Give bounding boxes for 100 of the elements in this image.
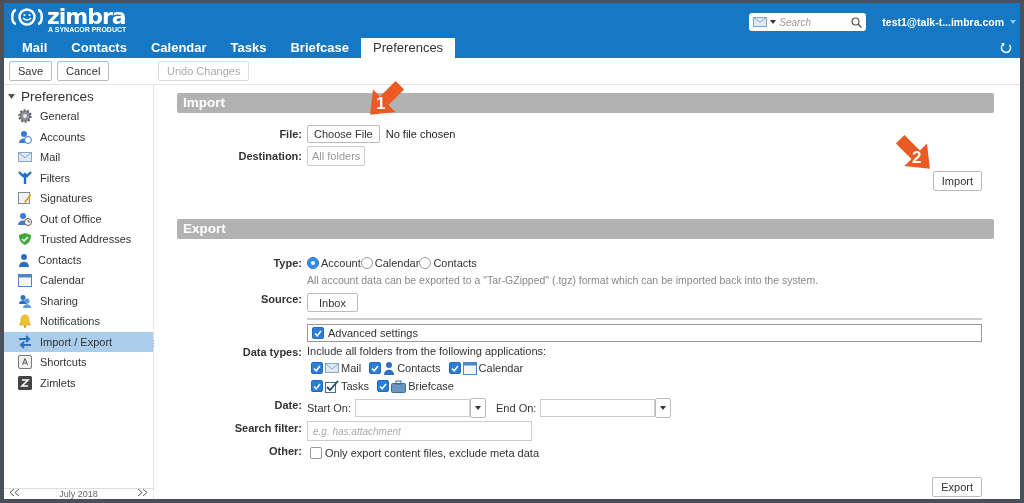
advanced-settings-toggle[interactable]: Advanced settings — [307, 324, 982, 342]
help-text: All account data can be exported to a "Tar-GZipped" (.tgz) format which can be imported back into the system. — [307, 273, 820, 288]
checkbox[interactable] — [369, 362, 382, 374]
section-header: Export — [177, 219, 994, 239]
search-icon — [851, 16, 863, 28]
sidebar-item[interactable]: Sharing — [4, 290, 153, 311]
sidebar-item[interactable]: Import / Export — [4, 331, 153, 352]
sidebar-item[interactable]: Signatures — [4, 188, 153, 209]
app-tab[interactable]: Preferences — [361, 38, 456, 58]
checkbox[interactable] — [311, 362, 323, 374]
field-label: Start On: — [307, 402, 352, 414]
radio-option[interactable]: Contacts — [419, 257, 477, 269]
two-arrows-icon — [18, 334, 32, 349]
date-picker-button[interactable] — [655, 398, 672, 418]
envelope-icon — [325, 362, 339, 374]
callout-number: 1 — [376, 94, 386, 114]
radio-option[interactable]: Calendar — [360, 257, 420, 269]
save-button[interactable]: Save — [9, 61, 53, 81]
sidebar-item[interactable]: Mail — [4, 147, 153, 168]
gear-icon — [18, 109, 32, 124]
export-button[interactable]: Export — [932, 477, 982, 497]
search-filter-field[interactable]: e.g. has:attachment — [307, 421, 532, 441]
checkmark-icon — [313, 382, 321, 390]
person-clock-icon — [18, 211, 32, 226]
app-tab[interactable]: Mail — [10, 38, 60, 58]
field-label: Date: — [273, 398, 302, 413]
double-right-arrow-icon — [138, 489, 147, 496]
source-button[interactable]: Inbox — [307, 292, 358, 312]
field-label: File: — [278, 127, 302, 142]
data-type-option[interactable]: Mail — [311, 362, 362, 374]
sidebar-item[interactable]: Out of Office — [4, 208, 153, 229]
keyboard-key-icon — [18, 355, 32, 370]
start-date-field[interactable] — [355, 399, 471, 417]
field-label: End On: — [496, 402, 537, 414]
account-menu[interactable]: test1@talk-t...imbra.com — [882, 16, 1016, 28]
app-tab[interactable]: Calendar — [138, 38, 219, 58]
z-letter-icon — [18, 375, 32, 390]
filter-icon — [18, 170, 32, 185]
search-box[interactable]: Search — [749, 13, 867, 31]
end-date-field[interactable] — [540, 399, 656, 417]
smiley-logo-icon — [10, 7, 44, 27]
caret-icon — [660, 406, 667, 410]
app-tab[interactable]: Briefcase — [278, 38, 361, 58]
logo-wordmark: zimbra — [47, 6, 126, 28]
caret-icon — [770, 20, 777, 24]
sidebar-item[interactable]: Zimlets — [4, 372, 153, 393]
checkmark-icon — [379, 382, 388, 390]
mini-calendar-month: July 2018 — [59, 489, 98, 499]
person-icon — [18, 252, 30, 267]
sidebar-item[interactable]: Contacts — [4, 249, 153, 270]
checkbox[interactable] — [310, 447, 322, 459]
data-type-option[interactable]: Calendar — [448, 361, 524, 375]
sidebar-heading: Preferences — [21, 89, 94, 104]
calendar-icon — [18, 273, 32, 287]
document-pencil-icon — [18, 191, 32, 206]
file-status: No file chosen — [385, 128, 456, 140]
radio-option[interactable]: Account — [307, 257, 361, 269]
field-label: Source: — [260, 292, 302, 307]
calendar-icon — [462, 361, 477, 375]
person-clock-icon — [18, 129, 32, 144]
person-icon — [383, 361, 396, 375]
choose-file-button[interactable]: Choose File — [307, 125, 380, 143]
sidebar-item[interactable]: General — [4, 106, 153, 127]
data-types-intro: Include all folders from the following applications: — [307, 344, 548, 359]
checkmark-icon — [371, 364, 380, 372]
checkbox[interactable] — [377, 380, 390, 392]
data-type-option[interactable]: Contacts — [369, 361, 441, 375]
import-button[interactable]: Import — [932, 171, 982, 191]
checkmark-icon — [313, 364, 321, 372]
cancel-button[interactable]: Cancel — [57, 61, 110, 81]
date-picker-button[interactable] — [470, 398, 487, 418]
double-left-arrow-icon — [10, 489, 19, 496]
refresh-icon — [1000, 41, 1012, 54]
field-label: Destination: — [237, 149, 302, 164]
people-icon — [18, 293, 32, 308]
caret-icon — [475, 406, 482, 410]
sidebar-item[interactable]: Shortcuts — [4, 352, 153, 373]
checkbox-label: Only export content files, exclude meta data — [325, 447, 539, 459]
sidebar-item[interactable]: Accounts — [4, 126, 153, 147]
envelope-icon — [753, 17, 768, 27]
checkbox[interactable] — [311, 380, 323, 392]
field-label: Data types: — [241, 345, 302, 360]
checkmark-icon — [314, 329, 322, 337]
field-label: Other: — [268, 444, 302, 459]
briefcase-icon — [391, 379, 407, 393]
sidebar-item[interactable]: Trusted Addresses — [4, 229, 153, 250]
data-type-option[interactable]: Tasks — [311, 379, 370, 393]
field-label: Type: — [272, 256, 302, 271]
checkbox[interactable] — [448, 362, 461, 374]
sidebar-item[interactable]: Notifications — [4, 311, 153, 332]
field-label: Search filter: — [233, 421, 302, 436]
checkmark-icon — [325, 379, 339, 393]
checkmark-icon — [450, 364, 459, 372]
sidebar-item[interactable]: Filters — [4, 167, 153, 188]
checkbox[interactable] — [312, 327, 324, 339]
sidebar-item[interactable]: Calendar — [4, 270, 153, 291]
app-tab[interactable]: Contacts — [59, 38, 139, 58]
data-type-option[interactable]: Briefcase — [377, 379, 454, 393]
shield-check-icon — [18, 232, 32, 247]
app-tab[interactable]: Tasks — [218, 38, 279, 58]
